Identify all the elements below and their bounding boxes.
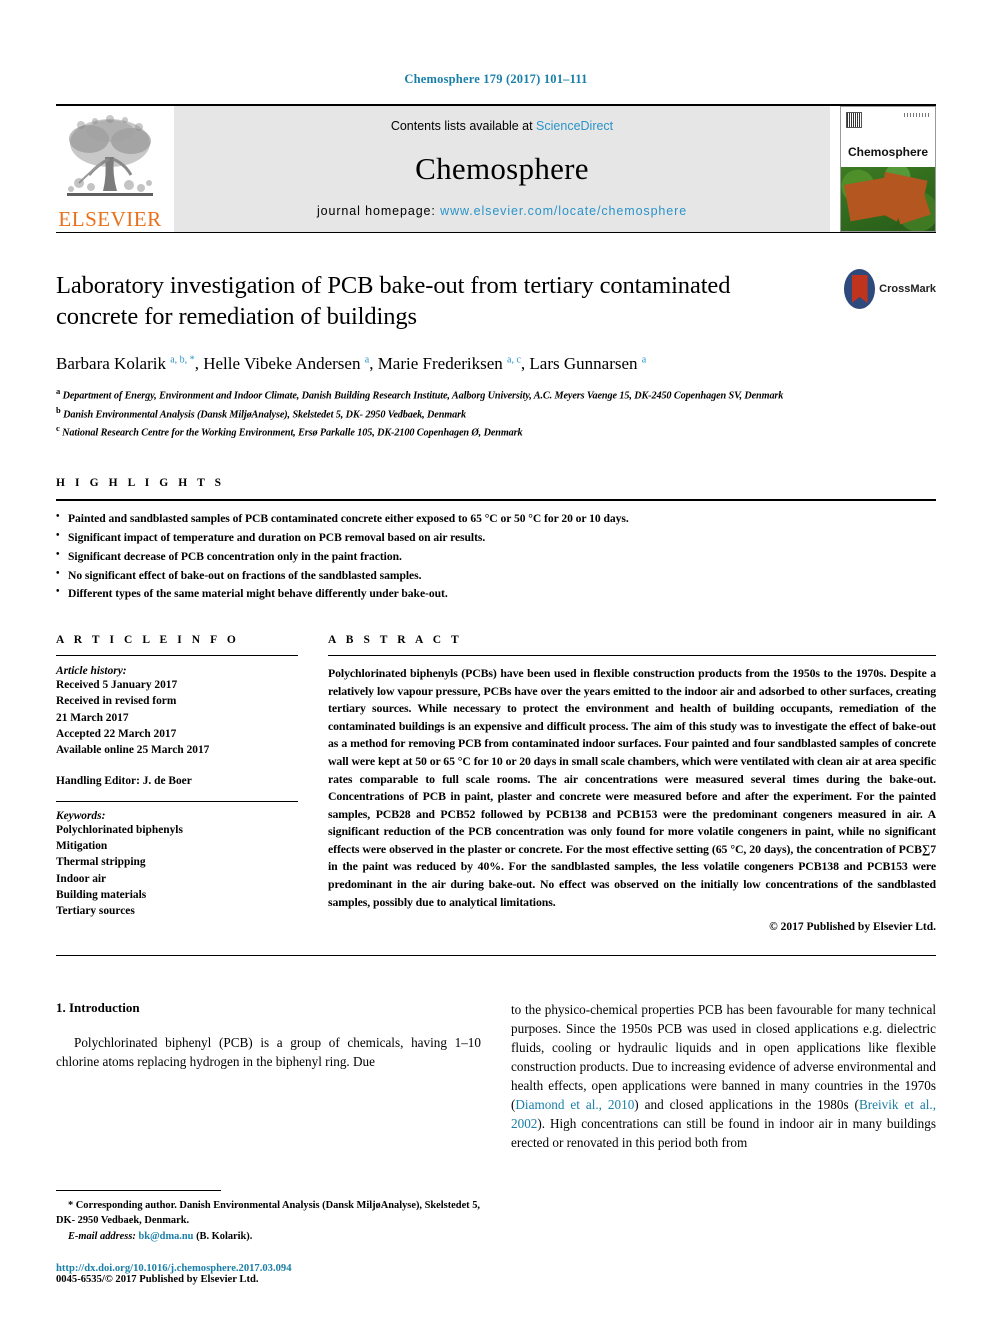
crossmark-badge[interactable]: CrossMark (844, 267, 936, 311)
journal-title: Chemosphere (415, 150, 589, 186)
doi-line: http://dx.doi.org/10.1016/j.chemosphere.… (56, 1263, 486, 1274)
author-item[interactable]: Helle Vibeke Andersen a (203, 354, 369, 373)
list-item: No significant effect of bake-out on fra… (56, 566, 936, 586)
affiliation-item: c National Research Centre for the Worki… (56, 423, 523, 439)
author-affil-marks: a (641, 354, 647, 366)
highlights-rule (56, 499, 936, 502)
cover-artwork (841, 166, 935, 231)
intro-text-part1: to the physico-chemical properties PCB h… (511, 1002, 936, 1113)
cover-top: Chemosphere (841, 107, 935, 167)
citation-link-diamond[interactable]: Diamond et al., 2010 (515, 1097, 634, 1112)
intro-text-part3: ). High concentrations can still be foun… (511, 1116, 936, 1151)
keyword-item: Building materials (56, 888, 147, 901)
article-info-heading: A R T I C L E I N F O (56, 634, 240, 647)
journal-banner: Contents lists available at ScienceDirec… (174, 106, 830, 232)
article-page: Chemosphere 179 (2017) 101–111 ELSEVIER … (0, 0, 992, 1323)
handling-editor: Handling Editor: J. de Boer (56, 774, 192, 787)
list-item: Painted and sandblasted samples of PCB c… (56, 509, 936, 529)
crossmark-label: CrossMark (879, 283, 936, 295)
highlights-list: Painted and sandblasted samples of PCB c… (56, 509, 936, 604)
abstract-heading: A B S T R A C T (328, 634, 463, 647)
affiliation-list: a Department of Energy, Environment and … (56, 385, 936, 442)
article-info-rule (56, 655, 298, 657)
article-info-column: A R T I C L E I N F O Article history: R… (56, 634, 298, 933)
keywords-label: Keywords: (56, 809, 106, 822)
abstract-text: Polychlorinated biphenyls (PCBs) have be… (328, 666, 936, 909)
footnote-block: * Corresponding author. Danish Environme… (56, 1189, 486, 1285)
section-heading-introduction: 1. Introduction (56, 1000, 140, 1016)
title-block: Laboratory investigation of PCB bake-out… (56, 233, 936, 441)
highlights-section: H I G H L I G H T S Painted and sandblas… (56, 477, 936, 604)
author-item[interactable]: Marie Frederiksen a, c (378, 354, 521, 373)
elsevier-logo: ELSEVIER (56, 106, 164, 232)
contents-line: Contents lists available at ScienceDirec… (391, 119, 613, 133)
history-line: Received in revised form (56, 695, 177, 708)
contents-prefix: Contents lists available at (390, 119, 537, 133)
intro-text-part2: ) and closed applications in the 1980s ( (634, 1097, 859, 1113)
keywords-rule (56, 800, 298, 802)
page-title: Laboratory investigation of PCB bake-out… (56, 272, 731, 330)
intro-paragraph-right: to the physico-chemical properties PCB h… (511, 1000, 936, 1152)
history-line: 21 March 2017 (56, 711, 129, 724)
abstract-copyright: © 2017 Published by Elsevier Ltd. (769, 921, 936, 934)
author-affil-marks: a, c (507, 354, 521, 366)
journal-masthead: ELSEVIER Contents lists available at Sci… (56, 104, 936, 232)
author-affil-marks: a, b, * (170, 354, 195, 366)
running-head: Chemosphere 179 (2017) 101–111 (404, 72, 588, 86)
elsevier-tree-icon (61, 113, 159, 209)
issn-copyright-line: 0045-6535/© 2017 Published by Elsevier L… (56, 1274, 259, 1285)
email-note: E-mail address: bk@dma.nu (B. Kolarik). (56, 1229, 486, 1244)
cover-issn-text (904, 113, 930, 117)
list-item: Significant decrease of PCB concentratio… (56, 547, 936, 567)
info-abstract-section: A R T I C L E I N F O Article history: R… (56, 634, 936, 933)
abstract-bottom-rule (56, 955, 936, 957)
elsevier-wordmark: ELSEVIER (58, 207, 162, 231)
email-owner: (B. Kolarik). (196, 1230, 253, 1242)
intro-paragraph-left: Polychlorinated biphenyl (PCB) is a grou… (56, 1035, 481, 1070)
article-history-label: Article history: (56, 665, 127, 678)
abstract-rule (328, 655, 936, 657)
email-link[interactable]: bk@dma.nu (138, 1231, 193, 1242)
author-item[interactable]: Barbara Kolarik a, b, * (56, 354, 195, 373)
crossmark-icon (844, 269, 876, 309)
sciencedirect-link[interactable]: ScienceDirect (536, 119, 613, 133)
keyword-item: Thermal stripping (56, 856, 146, 869)
author-item[interactable]: Lars Gunnarsen a (529, 354, 646, 373)
highlights-heading: H I G H L I G H T S (56, 477, 225, 490)
history-line: Available online 25 March 2017 (56, 744, 210, 757)
author-list: Barbara Kolarik a, b, *, Helle Vibeke An… (56, 353, 647, 373)
barcode-icon (846, 112, 862, 128)
abstract-column: A B S T R A C T Polychlorinated biphenyl… (328, 634, 936, 933)
keyword-item: Tertiary sources (56, 905, 135, 918)
journal-homepage-link[interactable]: www.elsevier.com/locate/chemosphere (440, 204, 687, 218)
keyword-item: Indoor air (56, 872, 107, 885)
cover-journal-name: Chemosphere (847, 144, 929, 159)
email-label: E-mail address: (68, 1230, 136, 1242)
author-affil-marks: a (364, 354, 370, 366)
body-column-right: to the physico-chemical properties PCB h… (511, 1000, 936, 1152)
keyword-item: Polychlorinated biphenyls (56, 823, 183, 836)
affiliation-item: b Danish Environmental Analysis (Dansk M… (56, 404, 466, 420)
journal-homepage-line: journal homepage: www.elsevier.com/locat… (317, 204, 687, 218)
homepage-prefix: journal homepage: (316, 204, 441, 218)
list-item: Different types of the same material mig… (56, 584, 936, 604)
history-line: Accepted 22 March 2017 (56, 728, 177, 741)
doi-link[interactable]: http://dx.doi.org/10.1016/j.chemosphere.… (56, 1263, 292, 1274)
footnote-rule (56, 1189, 221, 1191)
body-column-left: 1. Introduction Polychlorinated biphenyl… (56, 1000, 481, 1152)
affiliation-item: a Department of Energy, Environment and … (56, 385, 784, 402)
journal-cover-thumbnail: Chemosphere (840, 106, 936, 232)
body-columns: 1. Introduction Polychlorinated biphenyl… (56, 1000, 936, 1152)
corresponding-author-note: * Corresponding author. Danish Environme… (56, 1199, 481, 1227)
history-line: Received 5 January 2017 (56, 679, 178, 692)
list-item: Significant impact of temperature and du… (56, 528, 936, 548)
keyword-item: Mitigation (56, 839, 108, 852)
